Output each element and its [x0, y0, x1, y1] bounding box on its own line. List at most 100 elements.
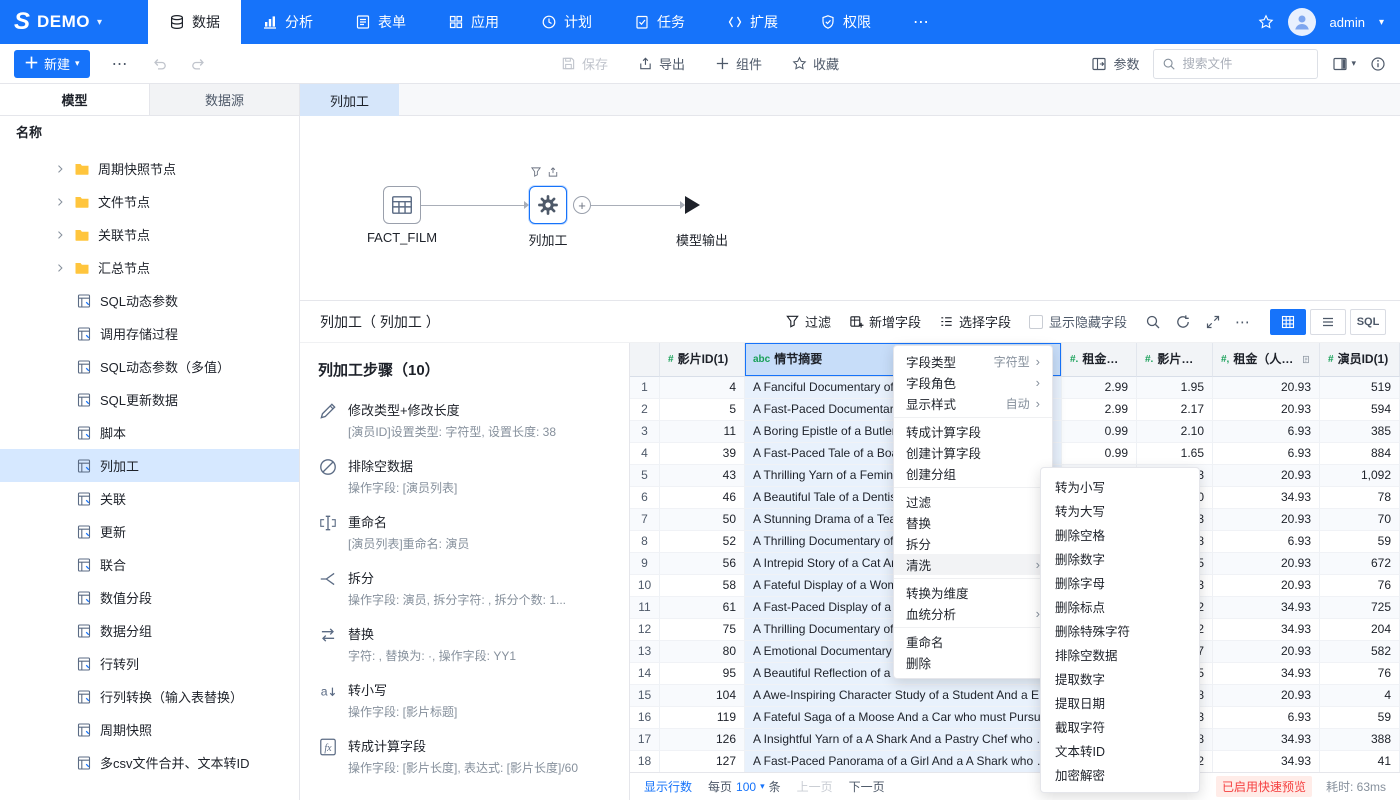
page-size-value[interactable]: 100: [736, 780, 756, 794]
submenu-item[interactable]: 删除空格: [1041, 522, 1199, 546]
step-item[interactable]: 重命名[演员列表]重命名: 演员: [318, 504, 611, 560]
info-icon[interactable]: [1370, 56, 1386, 72]
submenu-item[interactable]: 提取数字: [1041, 666, 1199, 690]
tree-node[interactable]: SQL动态参数（多值）: [0, 350, 299, 383]
submenu-item[interactable]: 文本转ID: [1041, 738, 1199, 762]
context-menu-item[interactable]: 字段角色›: [894, 372, 1052, 393]
context-menu-item[interactable]: 替换: [894, 512, 1052, 533]
step-item[interactable]: 拆分操作字段: 演员, 拆分字符: , 拆分个数: 1...: [318, 560, 611, 616]
toolbar-component-button[interactable]: 组件: [715, 54, 762, 73]
submenu-item[interactable]: 转为大写: [1041, 498, 1199, 522]
table-row[interactable]: 17126A Insightful Yarn of a A Shark And …: [630, 729, 1400, 751]
nav-tab-task[interactable]: 任务: [613, 0, 706, 44]
flow-node-fact-film[interactable]: [383, 186, 421, 224]
view-grid-button[interactable]: [1270, 309, 1306, 335]
filter-mini-icon[interactable]: [530, 166, 542, 178]
tree-node[interactable]: 行转列: [0, 647, 299, 680]
context-menu-item[interactable]: 转换为维度: [894, 582, 1052, 603]
tab-datasource[interactable]: 数据源: [149, 84, 299, 115]
column-header[interactable]: #.租金（美..: [1062, 343, 1137, 377]
context-menu-item[interactable]: 创建分组: [894, 463, 1052, 484]
submenu-item[interactable]: 删除标点: [1041, 594, 1199, 618]
context-menu-item[interactable]: 显示样式自动›: [894, 393, 1052, 414]
toolbar-save-button[interactable]: 保存: [561, 54, 608, 73]
nav-tab-permission[interactable]: 权限: [799, 0, 892, 44]
search-box[interactable]: [1153, 49, 1318, 79]
context-menu-item[interactable]: 转成计算字段: [894, 421, 1052, 442]
table-row[interactable]: 18127A Fast-Paced Panorama of a Girl And…: [630, 751, 1400, 772]
step-item[interactable]: fx转成计算字段操作字段: [影片长度], 表达式: [影片长度]/60: [318, 728, 611, 784]
context-menu-item[interactable]: 拆分: [894, 533, 1052, 554]
context-menu-item[interactable]: 字段类型字符型›: [894, 351, 1052, 372]
refresh-icon[interactable]: [1175, 314, 1191, 330]
nav-tab-analysis[interactable]: 分析: [241, 0, 334, 44]
step-item[interactable]: 替换字符: , 替换为: ·, 操作字段: YY1: [318, 616, 611, 672]
nav-tab-more[interactable]: ⋯: [892, 0, 952, 44]
nav-tab-extension[interactable]: 扩展: [706, 0, 799, 44]
submenu-item[interactable]: 删除特殊字符: [1041, 618, 1199, 642]
toolbar-favorite-button[interactable]: 收藏: [792, 54, 839, 73]
context-menu-item[interactable]: 清洗›: [894, 554, 1052, 575]
addField-action-button[interactable]: 新增字段: [849, 312, 921, 331]
column-header[interactable]: #演员ID(1): [1320, 343, 1400, 377]
column-header[interactable]: #,租金（人民币）: [1213, 343, 1320, 377]
submenu-item[interactable]: 加密解密: [1041, 762, 1199, 786]
flow-canvas[interactable]: FACT_FILM 列加工 + 模型输出: [300, 116, 1400, 300]
brand[interactable]: S DEMO ▾: [0, 0, 148, 44]
submenu-item[interactable]: 删除字母: [1041, 570, 1199, 594]
nav-tab-apps[interactable]: 应用: [427, 0, 520, 44]
tree-node[interactable]: 联合: [0, 548, 299, 581]
table-row[interactable]: 15104A Awe-Inspiring Character Study of …: [630, 685, 1400, 707]
submenu-item[interactable]: 转为小写: [1041, 474, 1199, 498]
next-page-button[interactable]: 下一页: [849, 778, 885, 795]
tree-node[interactable]: 调用存储过程: [0, 317, 299, 350]
selectField-action-button[interactable]: 选择字段: [939, 312, 1011, 331]
expand-icon[interactable]: [1205, 314, 1221, 330]
export-mini-icon[interactable]: [547, 166, 559, 178]
more-icon[interactable]: ⋯: [1235, 313, 1252, 331]
tree-node[interactable]: 关联: [0, 482, 299, 515]
tree-node[interactable]: 行列转换（输入表替换）: [0, 680, 299, 713]
prev-page-button[interactable]: 上一页: [797, 778, 833, 795]
tree-folder[interactable]: 汇总节点: [0, 251, 299, 284]
show-hidden-fields-toggle[interactable]: 显示隐藏字段: [1029, 312, 1127, 331]
checkbox-icon[interactable]: [1029, 315, 1043, 329]
tree-node[interactable]: 数据分组: [0, 614, 299, 647]
step-item[interactable]: 修改类型+修改长度[演员ID]设置类型: 字符型, 设置长度: 38: [318, 392, 611, 448]
tree-folder[interactable]: 文件节点: [0, 185, 299, 218]
view-sql-button[interactable]: SQL: [1350, 309, 1386, 335]
new-button[interactable]: ＋ 新建 ▾: [14, 50, 90, 78]
context-menu-item[interactable]: 删除: [894, 652, 1052, 673]
redo-icon[interactable]: [190, 56, 206, 72]
submenu-item[interactable]: 提取日期: [1041, 690, 1199, 714]
tree-node[interactable]: 多csv文件合并、文本转ID: [0, 746, 299, 779]
tree-node[interactable]: 更新: [0, 515, 299, 548]
step-item[interactable]: 排除空数据操作字段: [演员列表]: [318, 448, 611, 504]
submenu-item[interactable]: 排除空数据: [1041, 642, 1199, 666]
tree-node[interactable]: SQL动态参数: [0, 284, 299, 317]
tree-node[interactable]: SQL更新数据: [0, 383, 299, 416]
context-menu-item[interactable]: 血统分析›: [894, 603, 1052, 624]
tree-node[interactable]: 列加工: [0, 449, 299, 482]
add-node-button[interactable]: +: [573, 196, 591, 214]
layout-toggle-button[interactable]: ▾: [1332, 56, 1356, 72]
nav-tab-form[interactable]: 表单: [334, 0, 427, 44]
tree-node[interactable]: 脚本: [0, 416, 299, 449]
submenu-item[interactable]: 截取字符: [1041, 714, 1199, 738]
tree-folder[interactable]: 关联节点: [0, 218, 299, 251]
context-menu-item[interactable]: 过滤: [894, 491, 1052, 512]
search-input[interactable]: [1182, 57, 1292, 71]
flow-node-column-process[interactable]: [529, 186, 567, 224]
user-menu-chevron-icon[interactable]: ▾: [1379, 17, 1384, 28]
show-row-count-link[interactable]: 显示行数: [644, 778, 692, 795]
step-item[interactable]: a转小写操作字段: [影片标题]: [318, 672, 611, 728]
column-header[interactable]: #.影片长度: [1137, 343, 1213, 377]
search-icon[interactable]: [1145, 314, 1161, 330]
column-header[interactable]: #影片ID(1): [660, 343, 745, 377]
favorite-star-icon[interactable]: [1258, 14, 1274, 30]
page-size-control[interactable]: 每页 100 ▾ 条: [708, 778, 781, 795]
submenu-item[interactable]: 删除数字: [1041, 546, 1199, 570]
view-list-button[interactable]: [1310, 309, 1346, 335]
funnel-action-button[interactable]: 过滤: [785, 312, 831, 331]
params-button[interactable]: 参数: [1091, 54, 1139, 73]
